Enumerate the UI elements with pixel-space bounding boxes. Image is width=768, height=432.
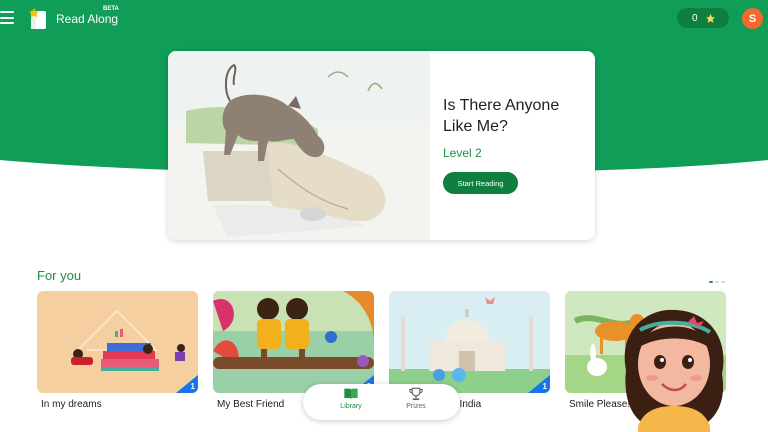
beta-badge: BETA (103, 6, 119, 12)
nav-library-label: Library (340, 403, 362, 410)
menu-icon[interactable] (0, 11, 14, 24)
featured-story-illustration (168, 51, 430, 240)
book-title: In my dreams (41, 399, 102, 410)
book-level-number: 1 (542, 382, 547, 391)
for-you-heading: For you (37, 268, 82, 283)
nav-library[interactable]: Library (321, 387, 381, 417)
book-cover: 1 (37, 291, 198, 393)
book-cover: 1 (389, 291, 550, 393)
book-card[interactable]: 2 My Best Friend (213, 291, 374, 410)
star-icon (705, 13, 715, 23)
featured-story-card[interactable]: Is There Anyone Like Me? Level 2 Start R… (168, 51, 595, 240)
book-cover: 2 (213, 291, 374, 393)
book-card[interactable]: 1 In my dreams (37, 291, 198, 410)
mascot-girl-illustration (624, 309, 724, 432)
start-reading-button[interactable]: Start Reading (443, 172, 518, 194)
read-along-logo-icon[interactable] (27, 8, 51, 30)
top-bar: Read Along BETA 0 S (0, 0, 768, 38)
trophy-icon (409, 387, 423, 401)
user-avatar[interactable]: S (742, 8, 763, 29)
carousel-pager[interactable] (709, 281, 725, 283)
featured-story-level: Level 2 (443, 146, 482, 160)
book-level-number: 1 (190, 382, 195, 391)
nav-prizes-label: Prizes (406, 403, 426, 410)
book-card[interactable]: 1 in India (389, 291, 550, 410)
book-title: My Best Friend (217, 399, 285, 410)
book-icon (344, 388, 358, 400)
app-title: Read Along (56, 12, 119, 26)
featured-story-title: Is There Anyone Like Me? (443, 97, 560, 135)
stars-counter[interactable]: 0 (677, 8, 729, 28)
nav-prizes[interactable]: Prizes (386, 387, 446, 417)
stars-count: 0 (692, 12, 698, 24)
bottom-navigation: Library Prizes (303, 384, 460, 420)
